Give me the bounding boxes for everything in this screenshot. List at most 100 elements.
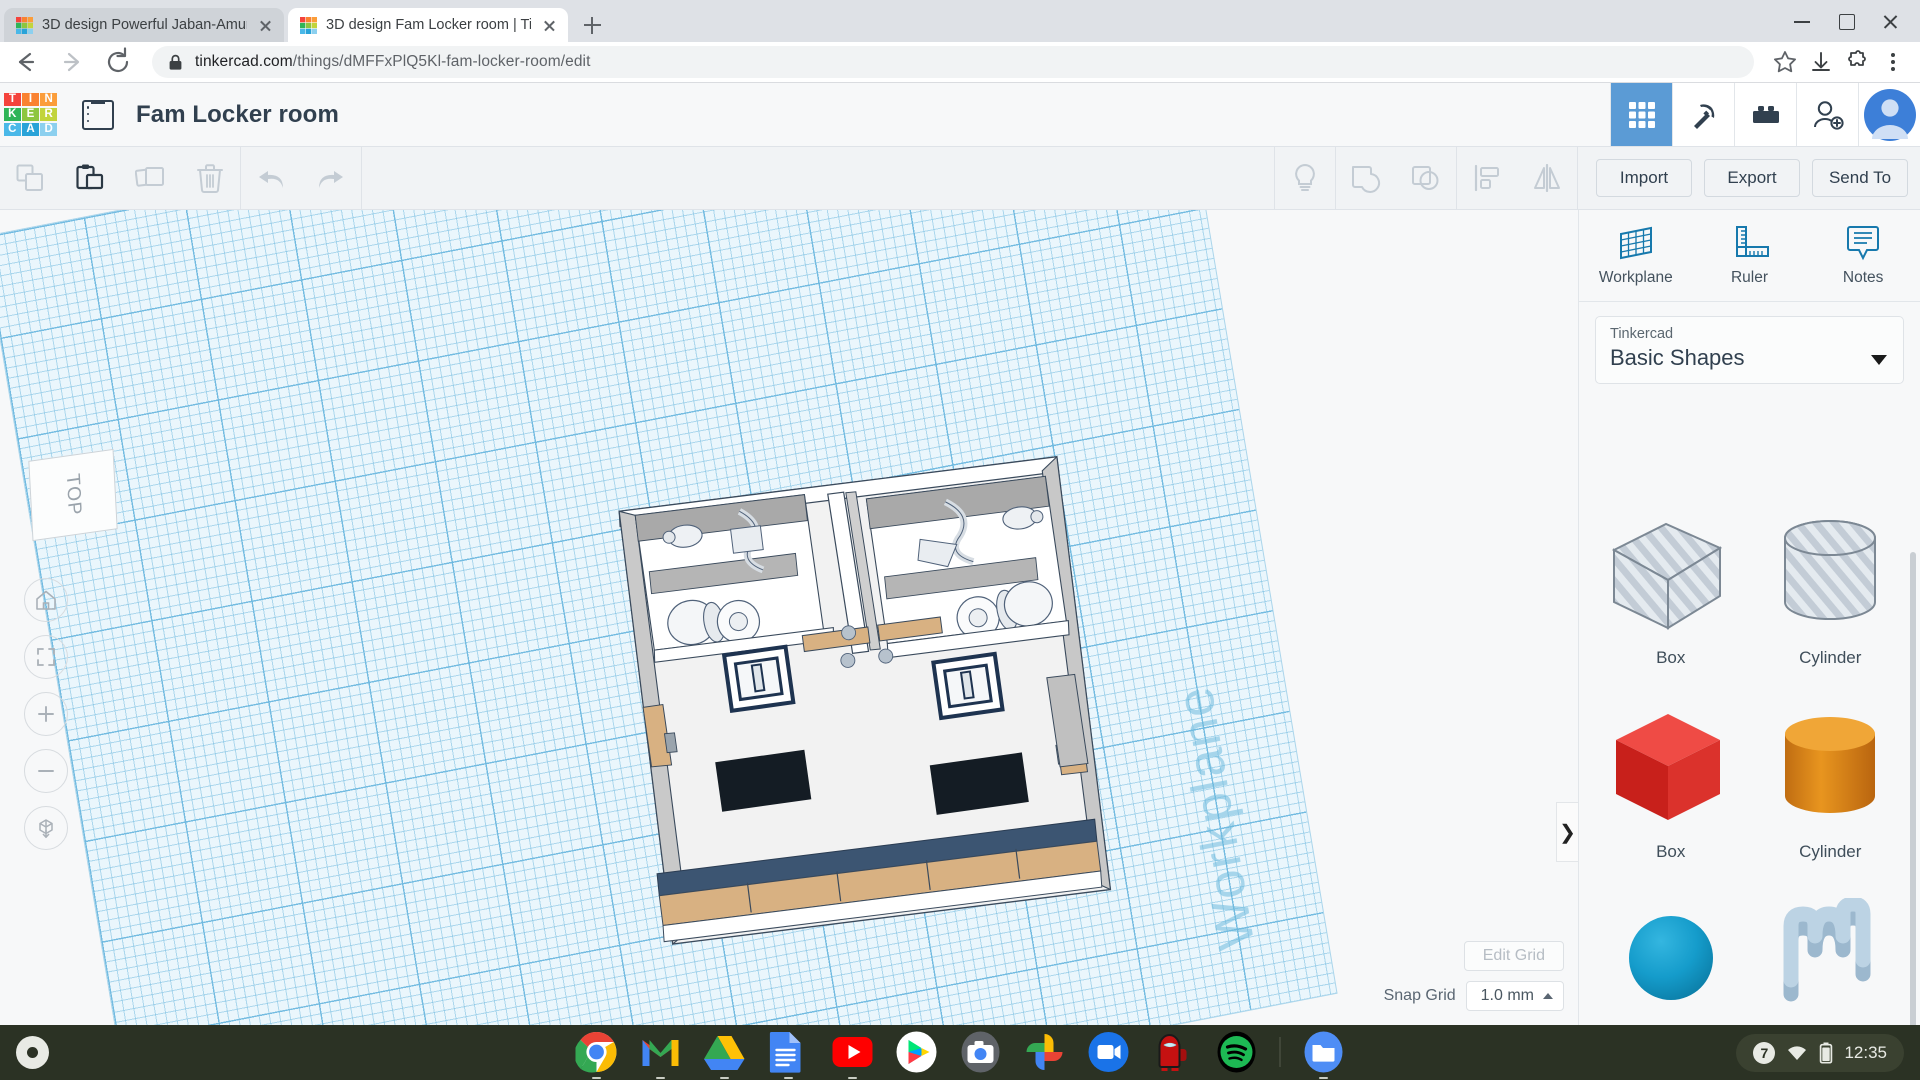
toolbar-divider [1577, 147, 1578, 209]
shape-item-sphere[interactable]: Sphere [1591, 878, 1751, 1025]
panel-collapse-button[interactable]: ❯ [1556, 802, 1578, 862]
running-indicator [1319, 1076, 1328, 1079]
zoom-out-icon[interactable] [24, 749, 68, 793]
edit-grid-button[interactable]: Edit Grid [1463, 941, 1564, 971]
download-icon[interactable] [1804, 45, 1838, 79]
shape-gallery-scrollbar[interactable] [1910, 552, 1916, 1025]
project-list-icon[interactable] [82, 99, 114, 130]
among-us-icon[interactable] [1152, 1031, 1194, 1073]
shape-label: Box [1656, 648, 1686, 667]
tinkercad-app: T I N K E R C A D Fam Locker room Import… [0, 83, 1920, 1025]
workplane-tool[interactable]: Workplane [1579, 210, 1693, 301]
back-arrow-icon[interactable] [6, 42, 46, 82]
notes-tool-label: Notes [1842, 269, 1884, 286]
align-icon[interactable] [1457, 147, 1517, 209]
docs-icon[interactable] [768, 1031, 810, 1079]
snap-grid-select[interactable]: 1.0 mm [1465, 981, 1564, 1011]
browser-tab[interactable]: 3D design Powerful Jaban-Amur [4, 8, 284, 42]
import-button[interactable]: Import [1596, 159, 1692, 197]
3d-canvas[interactable]: Workplane TOP Edit Grid Snap Grid 1.0 mm… [0, 210, 1578, 1025]
meet-icon[interactable] [1088, 1031, 1130, 1073]
wifi-icon [1788, 1046, 1807, 1060]
red-box-icon [1596, 704, 1746, 832]
shape-label: Cylinder [1799, 842, 1862, 861]
shape-item-orange-cylinder[interactable]: Cylinder [1751, 684, 1911, 878]
brick-icon[interactable] [1734, 83, 1796, 146]
tab-close-icon[interactable] [540, 16, 559, 35]
shape-gallery[interactable]: Box Cylinder Box Cylinder [1579, 482, 1920, 1025]
chromeos-shelf: 7 12:35 [0, 1025, 1920, 1080]
home-view-icon[interactable] [24, 578, 68, 622]
edit-toolbar: Import Export Send To [0, 147, 1920, 210]
pickaxe-icon[interactable] [1672, 83, 1734, 146]
invite-person-icon[interactable] [1796, 83, 1858, 146]
running-indicator [720, 1076, 729, 1079]
group-icon[interactable] [1336, 147, 1396, 209]
locker-room-model[interactable] [600, 410, 1160, 990]
youtube-icon[interactable] [832, 1031, 874, 1079]
star-icon[interactable] [1768, 45, 1802, 79]
address-bar[interactable]: tinkercad.com/things/dMFFxPlQ5Kl-fam-loc… [152, 46, 1754, 78]
send-to-button[interactable]: Send To [1812, 159, 1908, 197]
browser-tab[interactable]: 3D design Fam Locker room | Tin [288, 8, 568, 42]
library-selector[interactable]: Tinkercad Basic Shapes [1595, 316, 1904, 384]
fit-to-view-icon[interactable] [24, 635, 68, 679]
ruler-tool[interactable]: Ruler [1693, 210, 1807, 301]
system-tray[interactable]: 7 12:35 [1736, 1034, 1904, 1072]
zoom-in-icon[interactable] [24, 692, 68, 736]
battery-icon [1820, 1042, 1833, 1064]
ungroup-icon[interactable] [1396, 147, 1456, 209]
export-button[interactable]: Export [1704, 159, 1800, 197]
logo-letter: T [4, 93, 21, 107]
tab-close-icon[interactable] [256, 16, 275, 35]
workplane-tool-label: Workplane [1598, 269, 1673, 286]
three-dot-menu-icon[interactable] [1876, 45, 1910, 79]
undo-icon[interactable] [241, 147, 301, 209]
tinkercad-logo[interactable]: T I N K E R C A D [4, 93, 57, 136]
extensions-puzzle-icon[interactable] [1840, 45, 1874, 79]
trash-icon[interactable] [180, 147, 240, 209]
shape-label: Cylinder [1799, 648, 1862, 667]
maximize-icon[interactable] [1824, 6, 1868, 36]
new-tab-button[interactable] [575, 8, 609, 42]
gmail-icon[interactable] [640, 1031, 682, 1079]
notification-badge[interactable]: 7 [1753, 1042, 1776, 1064]
minimize-icon[interactable] [1780, 6, 1824, 36]
tinkercad-icon [300, 16, 317, 34]
logo-letter: E [22, 107, 39, 122]
mirror-icon[interactable] [1517, 147, 1577, 209]
running-indicator [592, 1076, 601, 1079]
duplicate-icon[interactable] [120, 147, 180, 209]
library-owner: Tinkercad [1610, 326, 1674, 342]
chrome-icon[interactable] [574, 1031, 618, 1079]
photos-icon[interactable] [1024, 1031, 1066, 1073]
orange-cylinder-icon [1755, 704, 1905, 832]
camera-icon[interactable] [960, 1031, 1002, 1073]
orthographic-toggle-icon[interactable] [24, 806, 68, 850]
forward-arrow-icon[interactable] [52, 42, 92, 82]
logo-letter: I [22, 93, 39, 107]
reload-icon[interactable] [98, 42, 138, 82]
spotify-icon[interactable] [1216, 1031, 1258, 1073]
shape-item-hole-cylinder[interactable]: Cylinder [1751, 490, 1911, 684]
shape-item-hole-box[interactable]: Box [1591, 490, 1751, 684]
copy-icon[interactable] [0, 147, 60, 209]
paste-icon[interactable] [60, 147, 120, 209]
drive-icon[interactable] [704, 1031, 746, 1079]
files-icon[interactable] [1303, 1031, 1345, 1079]
shape-item-scribble[interactable]: Scribble [1751, 878, 1911, 1025]
notes-tool[interactable]: Notes [1806, 210, 1920, 301]
avatar[interactable] [1858, 83, 1920, 146]
launcher-icon[interactable] [16, 1036, 49, 1069]
shapes-panel: Workplane Ruler Notes Tinkercad Basic Sh… [1578, 210, 1920, 1025]
view-cube[interactable]: TOP [28, 448, 118, 542]
tab-title: 3D design Fam Locker room | Tin [326, 16, 531, 33]
lightbulb-icon[interactable] [1275, 147, 1335, 209]
play-store-icon[interactable] [896, 1031, 938, 1073]
redo-icon[interactable] [301, 147, 361, 209]
logo-letter: N [40, 93, 57, 107]
close-icon[interactable] [1868, 6, 1912, 36]
shape-item-red-box[interactable]: Box [1591, 684, 1751, 878]
grid-view-icon[interactable] [1610, 83, 1672, 146]
app-header: T I N K E R C A D Fam Locker room [0, 83, 1920, 147]
